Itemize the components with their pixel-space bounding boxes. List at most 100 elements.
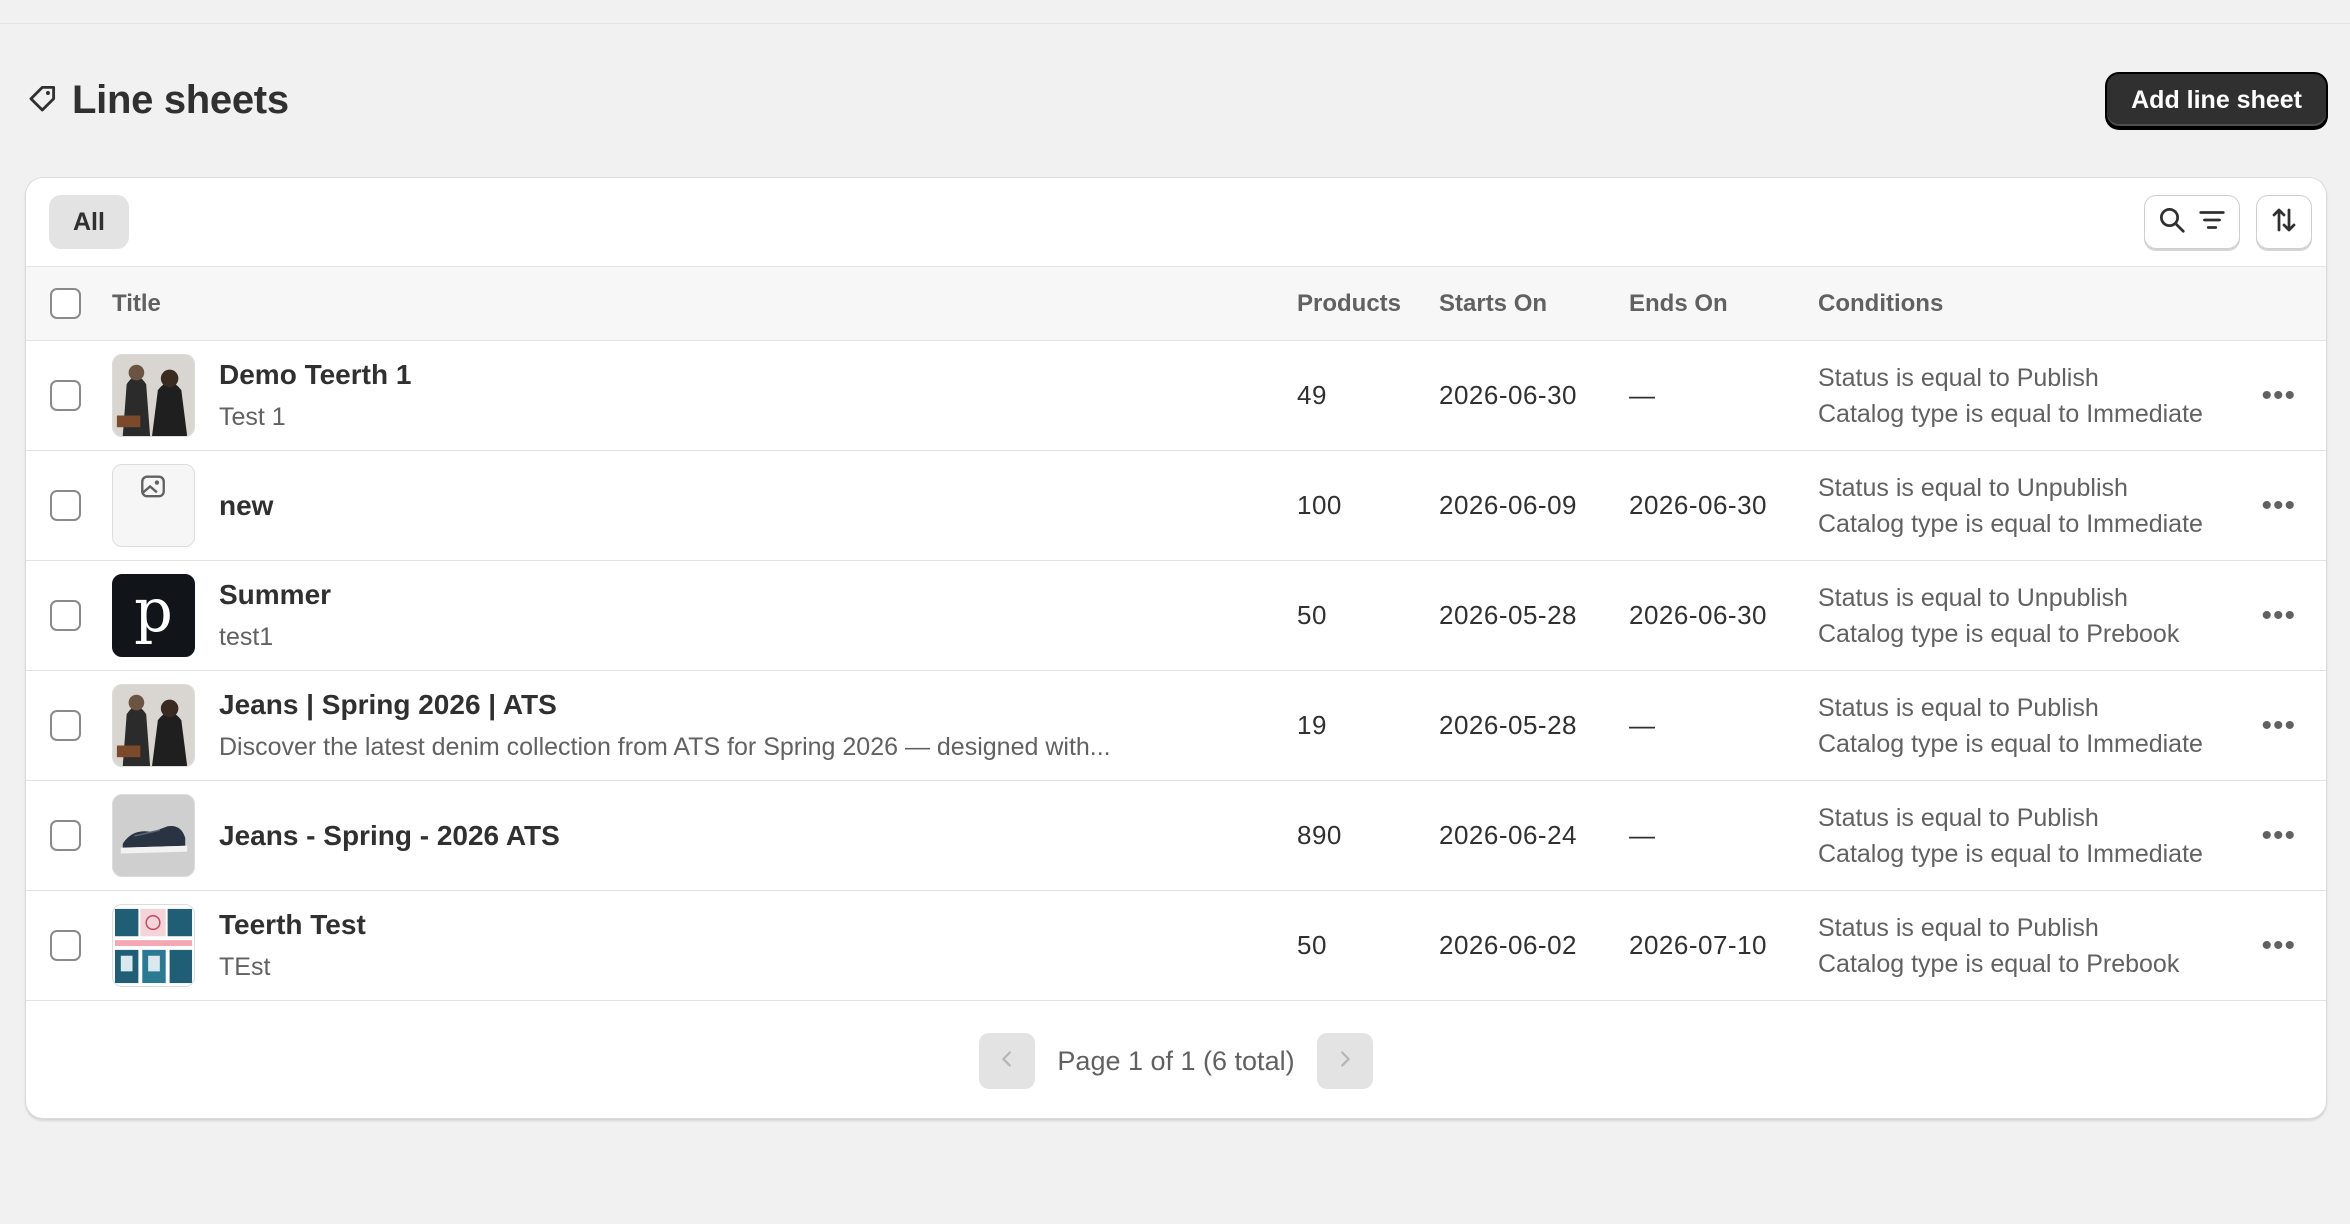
product-thumbnail — [112, 904, 195, 987]
select-all-cell — [26, 267, 112, 341]
table-row[interactable]: new 100 2026-06-09 2026-06-30 Status is … — [26, 451, 2326, 561]
ends-on: 2026-07-10 — [1629, 930, 1767, 960]
top-bar-divider — [0, 0, 2350, 24]
ends-on: 2026-06-30 — [1629, 600, 1767, 630]
ends-on: — — [1629, 710, 1656, 740]
row-checkbox[interactable] — [50, 600, 81, 631]
ends-on: — — [1629, 820, 1656, 850]
row-checkbox[interactable] — [50, 490, 81, 521]
starts-on: 2026-05-28 — [1439, 600, 1577, 630]
row-checkbox[interactable] — [50, 710, 81, 741]
product-thumbnail — [112, 794, 195, 877]
page-header: Line sheets Add line sheet — [26, 70, 2328, 130]
condition-catalog-type: Catalog type is equal to Immediate — [1818, 509, 2203, 538]
column-conditions[interactable]: Conditions — [1818, 267, 2261, 341]
chevron-left-icon — [996, 1048, 1018, 1075]
condition-status: Status is equal to Publish — [1818, 913, 2099, 942]
starts-on: 2026-06-09 — [1439, 490, 1577, 520]
conditions-cell: Status is equal to Publish Catalog type … — [1818, 781, 2261, 891]
condition-catalog-type: Catalog type is equal to Prebook — [1818, 949, 2180, 978]
table-row[interactable]: p Summer test1 50 2026-05-28 2026-06-30 … — [26, 561, 2326, 671]
line-sheet-subtitle: Discover the latest denim collection fro… — [219, 733, 1111, 761]
condition-status: Status is equal to Unpublish — [1818, 583, 2128, 612]
search-filter-button[interactable] — [2144, 195, 2240, 249]
starts-on: 2026-06-24 — [1439, 820, 1577, 850]
line-sheet-subtitle: test1 — [219, 623, 274, 651]
condition-catalog-type: Catalog type is equal to Prebook — [1818, 619, 2180, 648]
condition-status: Status is equal to Publish — [1818, 803, 2099, 832]
sort-button[interactable] — [2256, 195, 2312, 249]
conditions-cell: Status is equal to Publish Catalog type … — [1818, 341, 2261, 451]
more-actions-button[interactable]: ••• — [2261, 451, 2326, 561]
add-line-sheet-button[interactable]: Add line sheet — [2105, 72, 2328, 128]
previous-page-button[interactable] — [979, 1033, 1036, 1089]
table-row[interactable]: Jeans | Spring 2026 | ATS Discover the l… — [26, 671, 2326, 781]
products-count: 50 — [1297, 600, 1327, 630]
table-row[interactable]: Jeans - Spring - 2026 ATS 890 2026-06-24… — [26, 781, 2326, 891]
line-sheet-name[interactable]: Jeans - Spring - 2026 ATS — [219, 820, 560, 852]
toolbar-actions — [2144, 195, 2312, 249]
products-count: 890 — [1297, 820, 1342, 850]
condition-status: Status is equal to Publish — [1818, 693, 2099, 722]
select-all-checkbox[interactable] — [50, 288, 81, 319]
column-title[interactable]: Title — [112, 267, 1297, 341]
title-group: Line sheets — [26, 78, 289, 123]
condition-status: Status is equal to Publish — [1818, 363, 2099, 392]
more-actions-button[interactable]: ••• — [2261, 671, 2326, 781]
condition-catalog-type: Catalog type is equal to Immediate — [1818, 729, 2203, 758]
more-actions-button[interactable]: ••• — [2261, 341, 2326, 451]
more-actions-button[interactable]: ••• — [2261, 891, 2326, 1001]
line-sheets-table: Title Products Starts On Ends On Conditi… — [26, 266, 2326, 1001]
filter-icon — [2197, 205, 2227, 240]
title-cell: Jeans - Spring - 2026 ATS — [112, 781, 1297, 891]
conditions-cell: Status is equal to Unpublish Catalog typ… — [1818, 451, 2261, 561]
more-actions-button[interactable]: ••• — [2261, 561, 2326, 671]
starts-on: 2026-06-30 — [1439, 380, 1577, 410]
product-thumbnail — [112, 684, 195, 767]
row-checkbox[interactable] — [50, 380, 81, 411]
search-icon — [2157, 205, 2187, 240]
line-sheet-name[interactable]: new — [219, 490, 273, 522]
product-thumbnail: p — [112, 574, 195, 657]
tag-icon — [26, 81, 60, 120]
starts-on: 2026-06-02 — [1439, 930, 1577, 960]
table-toolbar: All — [26, 178, 2326, 266]
title-cell: Teerth Test TEst — [112, 891, 1297, 1001]
row-select-cell — [26, 671, 112, 781]
column-ends-on[interactable]: Ends On — [1629, 267, 1818, 341]
row-checkbox[interactable] — [50, 820, 81, 851]
column-products[interactable]: Products — [1297, 267, 1439, 341]
ends-on: 2026-06-30 — [1629, 490, 1767, 520]
row-select-cell — [26, 561, 112, 671]
column-starts-on[interactable]: Starts On — [1439, 267, 1629, 341]
pagination-label: Page 1 of 1 (6 total) — [1057, 1045, 1295, 1076]
conditions-cell: Status is equal to Unpublish Catalog typ… — [1818, 561, 2261, 671]
row-checkbox[interactable] — [50, 930, 81, 961]
line-sheets-card: All Title Products Starts On Ends On Con… — [25, 177, 2327, 1119]
row-select-cell — [26, 781, 112, 891]
image-placeholder-icon — [112, 464, 195, 547]
next-page-button[interactable] — [1316, 1033, 1373, 1089]
conditions-cell: Status is equal to Publish Catalog type … — [1818, 671, 2261, 781]
line-sheet-name[interactable]: Jeans | Spring 2026 | ATS — [219, 689, 1111, 721]
ends-on: — — [1629, 380, 1656, 410]
products-count: 100 — [1297, 490, 1342, 520]
line-sheet-name[interactable]: Summer — [219, 579, 331, 611]
line-sheet-name[interactable]: Demo Teerth 1 — [219, 359, 411, 391]
table-header-row: Title Products Starts On Ends On Conditi… — [26, 266, 2326, 341]
row-select-cell — [26, 891, 112, 1001]
tab-all[interactable]: All — [49, 195, 129, 249]
products-count: 19 — [1297, 710, 1327, 740]
title-cell: Jeans | Spring 2026 | ATS Discover the l… — [112, 671, 1297, 781]
title-cell: Demo Teerth 1 Test 1 — [112, 341, 1297, 451]
table-row[interactable]: Teerth Test TEst 50 2026-06-02 2026-07-1… — [26, 891, 2326, 1001]
thumbnail-letter: p — [134, 577, 173, 647]
conditions-cell: Status is equal to Publish Catalog type … — [1818, 891, 2261, 1001]
line-sheet-name[interactable]: Teerth Test — [219, 909, 366, 941]
more-actions-button[interactable]: ••• — [2261, 781, 2326, 891]
products-count: 49 — [1297, 380, 1327, 410]
line-sheet-subtitle: Test 1 — [219, 403, 286, 431]
starts-on: 2026-05-28 — [1439, 710, 1577, 740]
table-row[interactable]: Demo Teerth 1 Test 1 49 2026-06-30 — Sta… — [26, 341, 2326, 451]
row-select-cell — [26, 451, 112, 561]
